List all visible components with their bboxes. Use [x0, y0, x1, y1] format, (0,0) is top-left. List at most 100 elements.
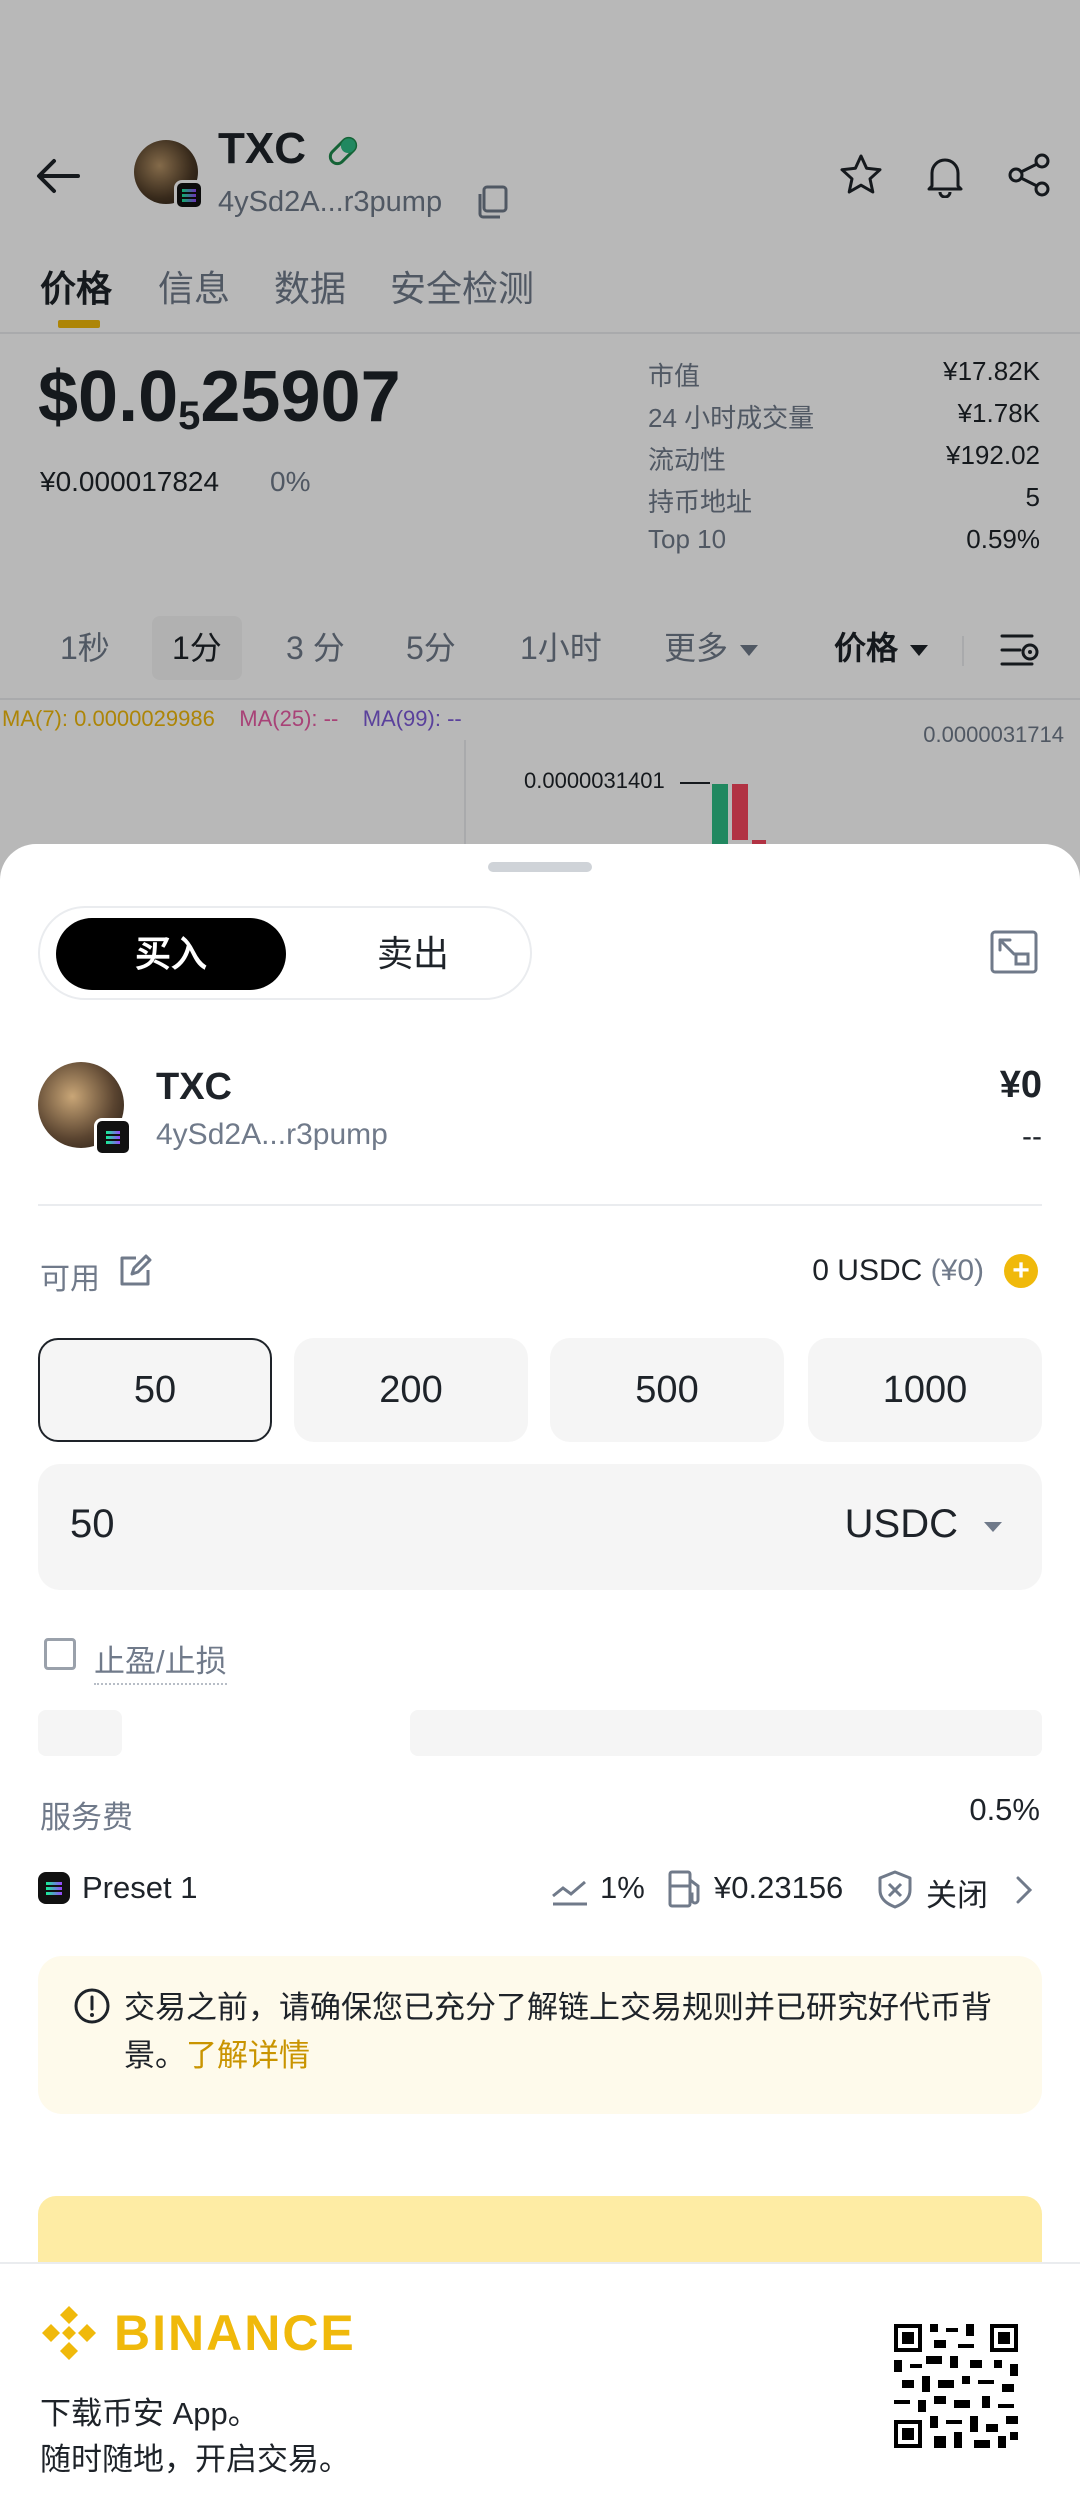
- stat-value: 5: [1025, 482, 1040, 512]
- tab-security[interactable]: 安全检测: [390, 260, 534, 312]
- collapse-icon[interactable]: [988, 926, 1040, 978]
- stat-label: 流动性: [648, 445, 727, 475]
- amount-chip-500[interactable]: 500: [550, 1338, 784, 1442]
- chevron-down-icon: [984, 1522, 1002, 1532]
- chevron-down-icon: [910, 645, 929, 657]
- token-avatar: [38, 1062, 132, 1156]
- current-price: $0.0525907: [38, 356, 401, 439]
- interval-more-label: 更多: [664, 630, 729, 666]
- stat-row-liquidity: 流动性 ¥192.02: [648, 440, 1040, 482]
- stat-value: ¥1.78K: [957, 398, 1040, 428]
- available-label: 可用: [40, 1263, 100, 1296]
- solana-chain-icon: [38, 1872, 70, 1904]
- selected-token: TXC 4ySd2A...r3pump ¥0 --: [38, 1062, 1042, 1162]
- binance-logo: BINANCE: [38, 2302, 356, 2364]
- interval-more[interactable]: 更多: [664, 616, 759, 680]
- qr-code-icon[interactable]: [890, 2320, 1022, 2452]
- sheet-handle[interactable]: [488, 862, 592, 872]
- price-cny: ¥0.000017824: [40, 466, 220, 497]
- stat-label: 市值: [648, 361, 701, 391]
- market-stats: 市值 ¥17.82K 24 小时成交量 ¥1.78K 流动性 ¥192.02 持币地址…: [648, 356, 1040, 566]
- tab-price[interactable]: 价格: [40, 260, 112, 312]
- interval-5m[interactable]: 5分: [406, 616, 456, 680]
- chevron-down-icon: [740, 645, 759, 657]
- gas-pump-icon: [668, 1870, 700, 1908]
- mev-shield-icon: [878, 1870, 912, 1909]
- token-avatar: [134, 140, 204, 210]
- currency-selector[interactable]: USDC: [845, 1502, 958, 1547]
- amount-value[interactable]: 50: [70, 1502, 115, 1547]
- candle-up: [712, 784, 728, 844]
- price-change: 0%: [270, 466, 311, 497]
- learn-more-link[interactable]: 了解详情: [186, 2038, 310, 2073]
- chart-type-label: 价格: [834, 630, 899, 666]
- stat-row-market-cap: 市值 ¥17.82K: [648, 356, 1040, 398]
- interval-1s[interactable]: 1秒: [60, 616, 110, 680]
- chevron-right-icon: [1016, 1876, 1033, 1904]
- alert-button[interactable]: [918, 148, 972, 202]
- ma7-label: MA(7): 0.0000029986: [2, 706, 215, 731]
- interval-1h[interactable]: 1小时: [520, 616, 602, 680]
- chart-settings-icon[interactable]: [998, 630, 1042, 670]
- ma99-label: MA(99): --: [362, 706, 462, 731]
- deposit-plus-button[interactable]: +: [1004, 1254, 1038, 1288]
- stat-row-top10: Top 10 0.59%: [648, 524, 1040, 566]
- price-axis-label: 0.0000031714: [923, 722, 1064, 747]
- stat-label: Top 10: [648, 524, 727, 554]
- buy-submit-button[interactable]: [38, 2196, 1042, 2264]
- sell-tab[interactable]: 卖出: [302, 918, 524, 990]
- amount-chip-200[interactable]: 200: [294, 1338, 528, 1442]
- tab-data[interactable]: 数据: [274, 260, 346, 312]
- fee-label: 服务费: [40, 1800, 133, 1835]
- candle-down: [732, 784, 748, 840]
- token-symbol: TXC: [156, 1066, 232, 1108]
- gas-fee-value: ¥0.23156: [714, 1870, 844, 1905]
- chart-type-selector[interactable]: 价格: [834, 616, 929, 680]
- available-balance: 0 USDC (¥0): [812, 1254, 984, 1288]
- download-subtagline: 随时随地，开启交易。: [40, 2442, 350, 2477]
- available-amount: 0 USDC: [812, 1254, 923, 1287]
- tab-info[interactable]: 信息: [158, 260, 230, 312]
- token-detail-page: TXC 4ySd2A...r3pump 价格 信息 数据 安全检测 $0.052…: [0, 0, 1080, 900]
- loading-placeholder: [38, 1710, 122, 1756]
- stat-label: 24 小时成交量: [648, 403, 815, 433]
- price-digits: 25907: [200, 357, 401, 437]
- quick-amounts: 50 200 500 1000: [38, 1338, 1042, 1442]
- token-address: 4ySd2A...r3pump: [218, 186, 443, 218]
- stat-value: ¥17.82K: [943, 356, 1040, 386]
- amount-chip-50[interactable]: 50: [38, 1338, 272, 1442]
- available-cny: (¥0): [930, 1254, 984, 1287]
- stat-row-volume: 24 小时成交量 ¥1.78K: [648, 398, 1040, 440]
- token-header: TXC 4ySd2A...r3pump: [0, 120, 1080, 230]
- favorite-button[interactable]: [834, 148, 888, 202]
- interval-1m[interactable]: 1分: [152, 616, 242, 680]
- copy-icon[interactable]: [474, 184, 510, 220]
- download-tagline: 下载币安 App。: [40, 2396, 259, 2431]
- tab-active-indicator: [58, 320, 100, 328]
- preset-settings[interactable]: Preset 1 1% ¥0.23156 关闭: [38, 1866, 1042, 1916]
- mev-protection-value: 关闭: [926, 1878, 988, 1913]
- buy-tab[interactable]: 买入: [56, 918, 286, 990]
- arrow-left-icon: [37, 159, 80, 193]
- loading-placeholder: [410, 1710, 1042, 1756]
- app-download-banner[interactable]: BINANCE 下载币安 App。 随时随地，开启交易。: [0, 2262, 1080, 2508]
- preset-name: Preset 1: [82, 1870, 198, 1905]
- token-value: ¥0: [999, 1064, 1042, 1106]
- tpsl-checkbox[interactable]: [44, 1638, 76, 1670]
- interval-selector: 1秒 1分 3 分 5分 1小时 更多 价格: [0, 612, 1080, 686]
- binance-logo-icon: [42, 2306, 96, 2360]
- amount-input[interactable]: 50 USDC: [38, 1464, 1042, 1590]
- share-button[interactable]: [1002, 148, 1056, 202]
- edit-icon[interactable]: [116, 1252, 154, 1290]
- buy-sell-toggle: 买入 卖出: [38, 906, 532, 1000]
- trade-sheet: 买入 卖出 TXC 4ySd2A...r3pump ¥0 -- 可用 0 USD…: [0, 844, 1080, 2264]
- back-button[interactable]: [30, 148, 86, 204]
- amount-chip-1000[interactable]: 1000: [808, 1338, 1042, 1442]
- high-price-label: 0.0000031401: [524, 768, 665, 793]
- pill-icon: [328, 136, 358, 166]
- stat-label: 持币地址: [648, 487, 753, 517]
- stat-value: ¥192.02: [946, 440, 1040, 470]
- ma-legend: MA(7): 0.0000029986 MA(25): -- MA(99): -…: [2, 706, 462, 732]
- token-value-sub: --: [1022, 1120, 1042, 1153]
- interval-3m[interactable]: 3 分: [286, 616, 345, 680]
